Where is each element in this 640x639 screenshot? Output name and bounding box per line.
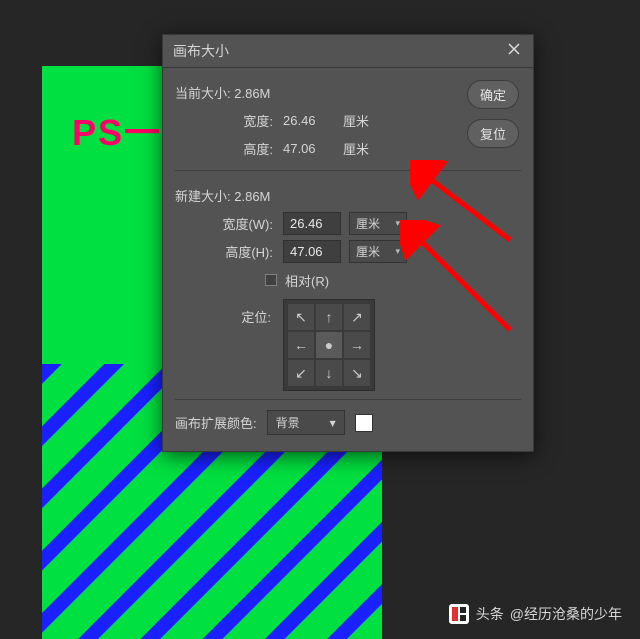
- arrow-w-icon: ←: [294, 338, 308, 352]
- anchor-e[interactable]: →: [344, 332, 370, 358]
- ok-button[interactable]: 确定: [467, 80, 519, 109]
- arrow-se-icon: ↘: [351, 366, 363, 380]
- arrow-n-icon: ↑: [326, 310, 333, 324]
- current-width-unit: 厘米: [343, 111, 369, 130]
- divider: [175, 399, 521, 400]
- reset-button[interactable]: 复位: [467, 119, 519, 148]
- new-height-unit-combo[interactable]: 厘米▾: [349, 240, 407, 263]
- current-size-label: 当前大小: 2.86M: [175, 83, 270, 102]
- chevron-down-icon: ▾: [330, 416, 336, 430]
- current-height-label: 高度:: [175, 139, 283, 158]
- anchor-ne[interactable]: ↗: [344, 304, 370, 330]
- new-width-input[interactable]: [283, 212, 341, 235]
- new-width-unit-combo[interactable]: 厘米▾: [349, 212, 407, 235]
- anchor-w[interactable]: ←: [288, 332, 314, 358]
- current-width-label: 宽度:: [175, 111, 283, 130]
- current-height-unit: 厘米: [343, 139, 369, 158]
- anchor-n[interactable]: ↑: [316, 304, 342, 330]
- divider: [175, 170, 521, 171]
- extension-color-combo[interactable]: 背景▾: [267, 410, 345, 435]
- relative-checkbox[interactable]: [265, 274, 277, 286]
- current-width-value: 26.46: [283, 113, 343, 128]
- watermark: 头条 @经历沧桑的少年: [448, 603, 622, 625]
- relative-label: 相对(R): [285, 271, 329, 290]
- extension-label: 画布扩展颜色:: [175, 413, 257, 432]
- watermark-brand: 头条: [476, 604, 504, 624]
- close-icon[interactable]: [505, 42, 523, 60]
- arrow-e-icon: →: [350, 338, 364, 352]
- chevron-down-icon: ▾: [395, 246, 400, 257]
- dialog-titlebar[interactable]: 画布大小: [163, 35, 533, 68]
- new-size-label: 新建大小: 2.86M: [175, 186, 270, 205]
- anchor-s[interactable]: ↓: [316, 360, 342, 386]
- anchor-center-icon: ●: [325, 338, 333, 352]
- anchor-grid: ↖ ↑ ↗ ← ● → ↙ ↓ ↘: [283, 299, 375, 391]
- anchor-nw[interactable]: ↖: [288, 304, 314, 330]
- watermark-logo-icon: [448, 603, 470, 625]
- dialog-title: 画布大小: [173, 41, 229, 61]
- watermark-author: @经历沧桑的少年: [510, 604, 622, 624]
- arrow-s-icon: ↓: [326, 366, 333, 380]
- anchor-se[interactable]: ↘: [344, 360, 370, 386]
- canvas-size-dialog: 画布大小 确定 复位 当前大小: 2.86M 宽度: 26.46 厘米 高度: …: [162, 34, 534, 452]
- new-width-label: 宽度(W):: [175, 214, 283, 233]
- current-height-value: 47.06: [283, 141, 343, 156]
- anchor-label: 定位:: [175, 299, 283, 326]
- new-height-input[interactable]: [283, 240, 341, 263]
- new-height-label: 高度(H):: [175, 242, 283, 261]
- anchor-center[interactable]: ●: [316, 332, 342, 358]
- arrow-ne-icon: ↗: [351, 310, 363, 324]
- chevron-down-icon: ▾: [395, 218, 400, 229]
- arrow-sw-icon: ↙: [295, 366, 307, 380]
- anchor-sw[interactable]: ↙: [288, 360, 314, 386]
- arrow-nw-icon: ↖: [295, 310, 307, 324]
- extension-color-swatch[interactable]: [355, 414, 373, 432]
